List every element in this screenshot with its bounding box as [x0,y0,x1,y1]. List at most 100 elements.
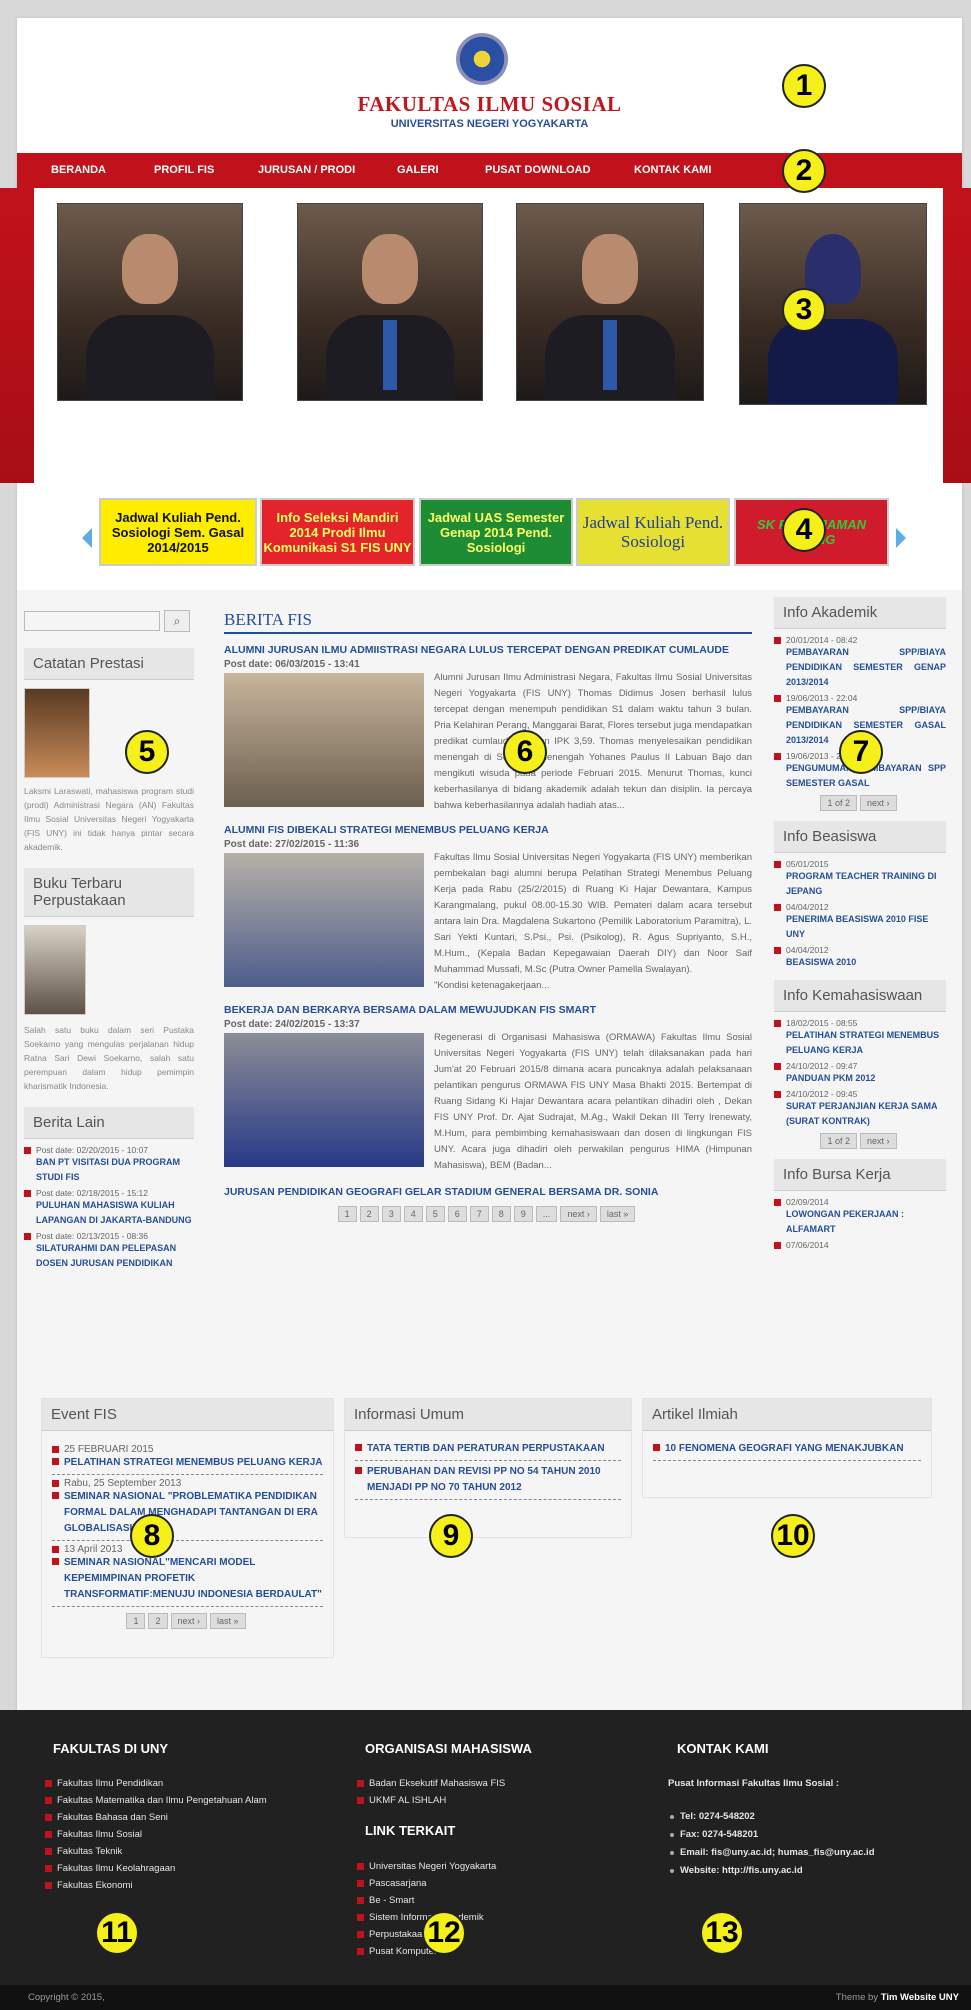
footer-link[interactable]: Pascasarjana [357,1878,427,1889]
footer-link[interactable]: Fakultas Ilmu Pendidikan [45,1778,163,1789]
banner-jadwal-kuliah[interactable]: Jadwal Kuliah Pend. Sosiologi [576,498,730,566]
banner-jadwal-uas[interactable]: Jadwal UAS Semester Genap 2014 Pend. Sos… [419,498,573,566]
pager-page-7[interactable]: 7 [469,1206,489,1222]
info-bursa-kerja-link[interactable]: LOWONGAN PEKERJAAN : ALFAMART [774,1207,946,1237]
pager-page-4[interactable]: 4 [403,1206,423,1222]
info-kemahasiswaan-link[interactable]: PANDUAN PKM 2012 [774,1071,946,1086]
banner-label: Jadwal UAS Semester Genap 2014 Pend. Sos… [427,509,565,555]
pager-next[interactable]: next › [170,1613,208,1629]
pager-page-3[interactable]: 3 [381,1206,401,1222]
article-date: Post date: 06/03/2015 - 13:41 [224,659,360,670]
carousel-next-icon[interactable] [896,528,906,548]
pager-next[interactable]: next › [560,1206,597,1222]
footer-link[interactable]: Badan Eksekutif Mahasiswa FIS [357,1778,505,1789]
info-kemahasiswaan-link[interactable]: PELATIHAN STRATEGI MENEMBUS PELUANG KERJ… [774,1028,946,1058]
pager-next[interactable]: next › [860,795,897,811]
article-image[interactable] [224,853,424,987]
buku-terbaru-title: Buku Terbaru Perpustakaan [24,868,194,917]
footer-link[interactable]: Fakultas Ilmu Sosial [45,1829,142,1840]
footer-link-terkait-title: LINK TERKAIT [365,1823,456,1838]
footer-link[interactable]: Fakultas Ekonomi [45,1880,133,1891]
event-link[interactable]: PELATIHAN STRATEGI MENEMBUS PELUANG KERJ… [52,1455,323,1475]
banner-jadwal-kuliah-sosiologi[interactable]: Jadwal Kuliah Pend. Sosiologi Sem. Gasal… [99,498,257,566]
pager-page-1[interactable]: 1 [337,1206,357,1222]
footer-link[interactable]: Fakultas Matematika dan Ilmu Pengetahuan… [45,1795,267,1806]
search-input[interactable] [24,611,160,631]
informasi-umum-link[interactable]: PERUBAHAN DAN REVISI PP NO 54 TAHUN 2010… [355,1464,621,1500]
pager-count: 1 of 2 [820,1133,857,1149]
informasi-umum-link[interactable]: TATA TERTIB DAN PERATURAN PERPUSTAKAAN [355,1441,621,1461]
uny-logo-icon[interactable] [456,33,508,85]
article-title-link[interactable]: JURUSAN PENDIDIKAN GEOGRAFI GELAR STADIU… [224,1186,752,1198]
article-image[interactable] [224,673,424,807]
berita-lain-link[interactable]: PULUHAN MAHASISWA KULIAH LAPANGAN DI JAK… [24,1198,194,1228]
footer-link[interactable]: Sistem Informasi Akademik [357,1912,484,1923]
pager-page-5[interactable]: 5 [425,1206,445,1222]
info-beasiswa-link[interactable]: BEASISWA 2010 [774,955,946,970]
footer-link[interactable]: Be - Smart [357,1895,414,1906]
search-icon[interactable]: ⌕ [164,610,190,632]
info-kemahasiswaan-pager: 1 of 2 next › [774,1133,946,1149]
footer-link[interactable]: Fakultas Bahasa dan Seni [45,1812,168,1823]
nav-galeri[interactable]: GALERI [397,164,439,176]
info-akademik-list: 20/01/2014 - 08:42 PEMBAYARAN SPP/BIAYA … [774,635,946,811]
footer-link[interactable]: Fakultas Ilmu Keolahragaan [45,1863,175,1874]
nav-profil-fis[interactable]: PROFIL FIS [154,164,214,176]
info-beasiswa-link[interactable]: PENERIMA BEASISWA 2010 FISE UNY [774,912,946,942]
nav-kontak-kami[interactable]: KONTAK KAMI [634,164,711,176]
pager-page-6[interactable]: 6 [447,1206,467,1222]
footer-link[interactable]: Pusat Komputer [357,1946,437,1957]
info-akademik-link[interactable]: PEMBAYARAN SPP/BIAYA PENDIDIKAN SEMESTER… [774,645,946,690]
pager-page-9[interactable]: 9 [513,1206,533,1222]
event-link[interactable]: SEMINAR NASIONAL "PROBLEMATIKA PENDIDIKA… [52,1489,323,1541]
annotation-marker-5: 5 [125,730,169,774]
pager-page-8[interactable]: 8 [491,1206,511,1222]
nav-pusat-download[interactable]: PUSAT DOWNLOAD [485,164,591,176]
berita-lain-title: Berita Lain [24,1107,194,1139]
copyright-text: Copyright © 2015, [28,1992,105,2003]
theme-credit-link[interactable]: Tim Website UNY [881,1992,959,2003]
banner-seleksi-mandiri[interactable]: Info Seleksi Mandiri 2014 Prodi Ilmu Kom… [260,498,415,566]
nav-jurusan-prodi[interactable]: JURUSAN / PRODI [258,164,355,176]
pager-page-1[interactable]: 1 [126,1613,146,1629]
info-beasiswa-title: Info Beasiswa [774,821,946,853]
pager-last[interactable]: last » [599,1206,636,1222]
article-title-link[interactable]: ALUMNI FIS DIBEKALI STRATEGI MENEMBUS PE… [224,824,752,836]
post-date: 04/04/2012 [774,902,946,912]
berita-lain-link[interactable]: BAN PT VISITASI DUA PROGRAM STUDI FIS [24,1155,194,1185]
article-image[interactable] [224,1033,424,1167]
berita-lain-list: Post date: 02/20/2015 - 10:07 BAN PT VIS… [24,1145,194,1271]
site-title[interactable]: FAKULTAS ILMU SOSIAL [217,92,762,117]
informasi-umum-list: TATA TERTIB DAN PERATURAN PERPUSTAKAAN P… [345,1431,631,1500]
footer-kontak-title: KONTAK KAMI [677,1741,769,1756]
carousel-prev-icon[interactable] [82,528,92,548]
pager-page-2[interactable]: 2 [148,1613,168,1629]
event-link[interactable]: SEMINAR NASIONAL"MENCARI MODEL KEPEMIMPI… [52,1555,323,1607]
footer-contact-email[interactable]: Email: fis@uny.ac.id; humas_fis@uny.ac.i… [668,1847,875,1858]
info-kemahasiswaan-link[interactable]: SURAT PERJANJIAN KERJA SAMA (SURAT KONTR… [774,1099,946,1129]
post-date: 02/09/2014 [774,1197,946,1207]
article-title-link[interactable]: ALUMNI JURUSAN ILMU ADMIISTRASI NEGARA L… [224,644,752,656]
berita-lain-link[interactable]: SILATURAHMI DAN PELEPASAN DOSEN JURUSAN … [24,1241,194,1271]
footer-link[interactable]: Perpustakaan [357,1929,428,1940]
article-date: Post date: 24/02/2015 - 13:37 [224,1019,360,1030]
footer-link[interactable]: Universitas Negeri Yogyakarta [357,1861,496,1872]
event-date: 13 April 2013 [52,1544,323,1555]
pager-last[interactable]: last » [210,1613,246,1629]
post-date: Post date: 02/18/2015 - 15:12 [24,1188,194,1198]
artikel-ilmiah-link[interactable]: 10 FENOMENA GEOGRAFI YANG MENAKJUBKAN [653,1441,921,1461]
catatan-prestasi-image[interactable] [24,688,90,778]
news-article: BEKERJA DAN BERKARYA BERSAMA DALAM MEWUJ… [224,1004,752,1174]
nav-beranda[interactable]: BERANDA [51,164,106,176]
info-beasiswa-link[interactable]: PROGRAM TEACHER TRAINING DI JEPANG [774,869,946,899]
footer-link[interactable]: Fakultas Teknik [45,1846,122,1857]
pager-page-2[interactable]: 2 [359,1206,379,1222]
annotation-marker-7: 7 [839,730,883,774]
footer-link[interactable]: UKMF AL ISHLAH [357,1795,446,1806]
pager-next[interactable]: next › [860,1133,897,1149]
post-date: 19/06/2013 - 22:04 [774,693,946,703]
footer-contact-website[interactable]: Website: http://fis.uny.ac.id [668,1865,803,1876]
banner-label: Jadwal Kuliah Pend. Sosiologi Sem. Gasal… [111,509,245,555]
article-title-link[interactable]: BEKERJA DAN BERKARYA BERSAMA DALAM MEWUJ… [224,1004,752,1016]
buku-cover-image[interactable] [24,925,86,1015]
